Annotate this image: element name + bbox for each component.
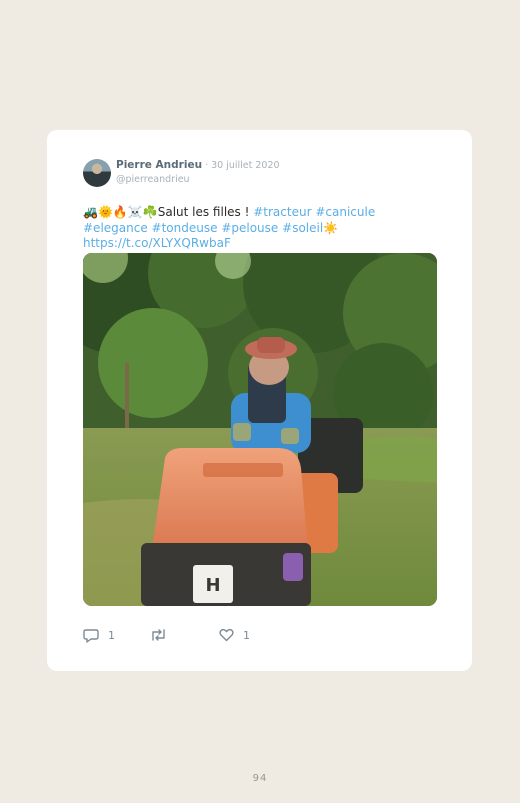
svg-text:H: H	[205, 575, 220, 596]
hashtag-canicule[interactable]: #canicule	[315, 205, 375, 219]
sun-emoji: ☀️	[323, 220, 339, 235]
reply-count: 1	[108, 628, 115, 642]
like-action[interactable]: 1	[219, 627, 250, 643]
tweet-card: Pierre Andrieu · 30 juillet 2020 @pierre…	[47, 130, 472, 671]
retweet-action[interactable]	[150, 627, 176, 643]
author-name[interactable]: Pierre Andrieu	[116, 159, 202, 171]
hashtag-soleil[interactable]: #soleil	[282, 221, 323, 235]
tweet-text: 🚜🌞🔥☠️☘️Salut les filles ! #tracteur #can…	[83, 205, 443, 252]
tweet-date[interactable]: 30 juillet 2020	[211, 160, 279, 171]
retweet-icon	[152, 629, 165, 641]
hashtag-tondeuse[interactable]: #tondeuse	[152, 221, 218, 235]
tweet-actions: 1 1	[83, 627, 443, 643]
mower-photo-illustration: H	[83, 253, 437, 606]
hashtag-pelouse[interactable]: #pelouse	[221, 221, 278, 235]
author-line: Pierre Andrieu · 30 juillet 2020	[116, 159, 280, 172]
reply-icon	[83, 628, 99, 643]
tweet-photo[interactable]: H	[83, 253, 437, 606]
heart-icon	[219, 628, 234, 642]
avatar[interactable]	[83, 159, 111, 187]
reply-action[interactable]: 1	[83, 627, 115, 643]
page-number: 94	[252, 773, 268, 784]
tweet-link[interactable]: https://t.co/XLYXQRwbaF	[83, 236, 231, 250]
separator: ·	[202, 160, 212, 171]
like-count: 1	[243, 628, 250, 642]
tweet-message: Salut les filles !	[157, 205, 254, 219]
hashtag-elegance[interactable]: #elegance	[83, 221, 148, 235]
hashtag-tracteur[interactable]: #tracteur	[253, 205, 311, 219]
author-handle[interactable]: @pierreandrieu	[116, 173, 190, 186]
emoji-sequence: 🚜🌞🔥☠️☘️	[83, 205, 158, 219]
